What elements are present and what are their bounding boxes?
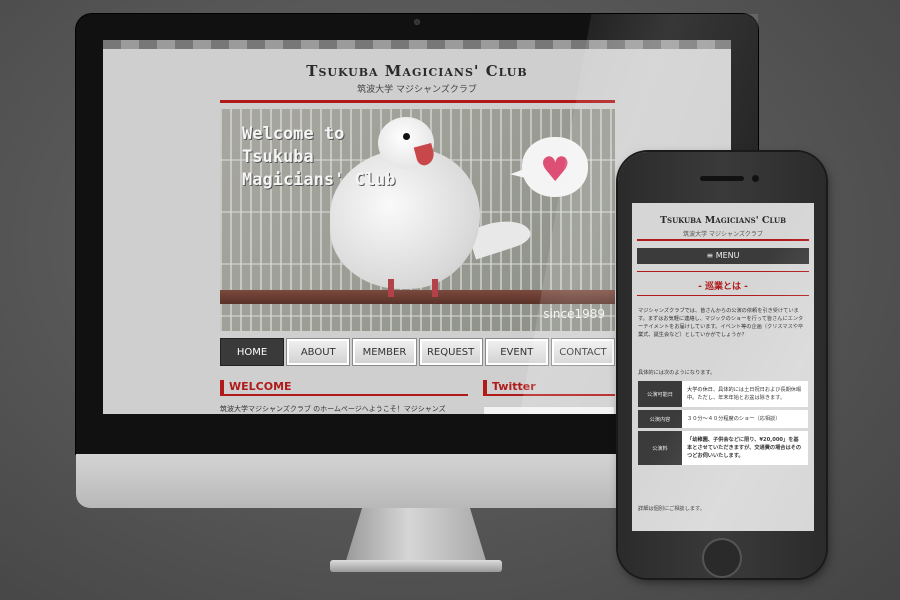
phone-home-button[interactable] [702,538,742,578]
table-header-cell: 公演内容 [638,410,682,428]
mobile-note: 具体的には次のようになります。 [638,370,716,376]
nav-contact[interactable]: CONTACT [550,338,616,366]
mobile-header-divider [637,239,809,241]
mobile-section-divider [637,271,809,272]
welcome-body-text: 筑波大学マジシャンズクラブ のホームページへようこそ！マジシャンズ [220,405,446,413]
nav-home[interactable]: HOME [220,338,285,366]
table-value-cell: ３０分～４０分程度のショー（応相談） [682,410,808,428]
table-row: 公演可能日 大学の休日、具体的には土日祝日および長期休暇中。ただし、年末年始とお… [638,381,808,407]
heart-icon: ♥ [540,150,571,190]
mobile-site-subtitle: 筑波大学 マジシャンズクラブ [683,231,763,238]
mobile-site-logo[interactable]: Tsukuba Magicians' Club [632,215,814,226]
hero-welcome-text: Welcome to Tsukuba Magicians' Club [242,124,396,190]
perch [220,290,615,304]
site-subtitle: 筑波大学 マジシャンズクラブ [357,85,477,95]
mobile-info-table: 公演可能日 大学の休日、具体的には土日祝日および長期休暇中。ただし、年末年始とお… [638,381,808,468]
table-header-cell: 公演可能日 [638,381,682,407]
table-header-cell: 公演料 [638,431,682,465]
mobile-section-heading: - 巡業とは - [698,282,748,292]
site-logo[interactable]: Tsukuba Magicians' Club [103,62,731,80]
welcome-heading: WELCOME [220,380,468,396]
nav-event[interactable]: EVENT [484,338,549,366]
mobile-menu-button[interactable]: ≡ MENU [637,248,809,264]
nav-request[interactable]: REQUEST [418,338,483,366]
imac-camera [414,19,420,25]
imac-foot [330,560,502,572]
header-divider [220,100,615,103]
mobile-intro-paragraph: マジシャンズクラブでは、皆さんからの公演の依頼を引き受けています。まずはお気軽に… [638,308,804,338]
phone-camera [752,175,759,182]
table-value-cell: 大学の休日、具体的には土日祝日および長期休暇中。ただし、年末年始とお盆は除きます… [682,381,808,407]
nav-about[interactable]: ABOUT [286,338,351,366]
table-row: 公演料 「幼稚園、子供会などに限り、¥20,000」を基本とさせていただきますが… [638,431,808,465]
main-nav: HOME ABOUT MEMBER REQUEST EVENT CONTACT [220,338,616,366]
hero-image: ♥ Welcome to Tsukuba Magicians' Club sin… [220,109,615,331]
dove-eye [403,133,410,140]
phone-speaker [700,176,744,181]
mobile-section-divider [637,295,809,296]
table-row: 公演内容 ３０分～４０分程度のショー（応相談） [638,410,808,428]
twitter-widget[interactable] [483,406,615,414]
twitter-heading: Twitter [483,380,615,396]
imac-stand [345,508,487,564]
mobile-screen: Tsukuba Magicians' Club 筑波大学 マジシャンズクラブ ≡… [632,203,814,531]
nav-member[interactable]: MEMBER [352,338,417,366]
header-stripe [103,40,731,49]
hero-since-text: since1989 [543,307,605,321]
dove-leg [432,279,438,297]
table-value-cell: 「幼稚園、子供会などに限り、¥20,000」を基本とさせていただきますが、交通費… [682,431,808,465]
mobile-footnote: 詳細は個別にご相談します。 [638,506,705,512]
dove-leg [388,279,394,297]
